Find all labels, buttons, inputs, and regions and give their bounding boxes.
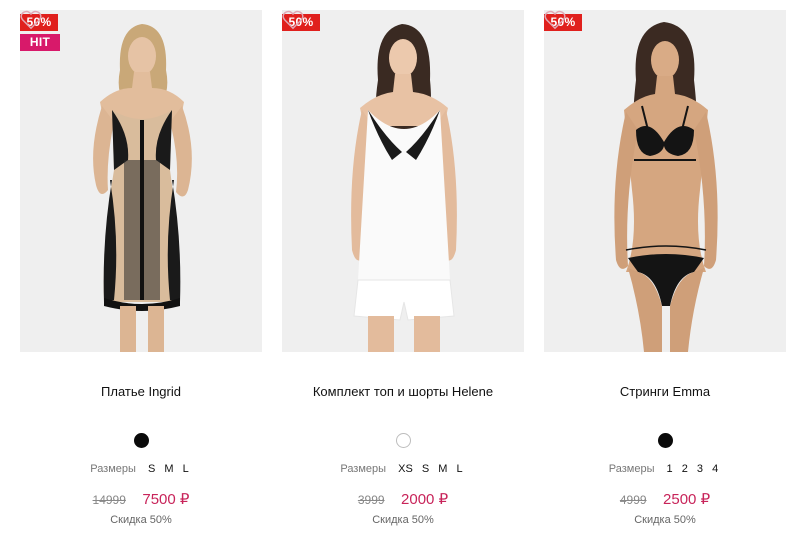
size-option[interactable]: S [422,463,429,475]
heart-icon[interactable] [282,10,304,30]
product-name[interactable]: Комплект топ и шорты Helene [282,384,524,399]
product-card[interactable]: 50% Комплект топ и шорты Helene Размеры … [282,10,524,544]
current-price: 7500 ₽ [142,491,190,508]
color-swatch-black[interactable] [134,433,149,448]
size-option[interactable]: L [457,463,463,475]
sizes-label: Размеры [90,463,136,475]
product-name[interactable]: Стринги Emma [544,384,786,399]
heart-icon[interactable] [544,10,566,30]
size-option[interactable]: XS [398,463,413,475]
price-row: 3999 2000 ₽ [282,490,524,509]
color-swatch-white[interactable] [396,433,411,448]
product-image[interactable]: 50% [282,10,524,352]
price-row: 4999 2500 ₽ [544,490,786,509]
sizes-row: Размеры XS S M L [282,463,524,475]
old-price: 4999 [619,493,647,507]
size-option[interactable]: M [438,463,447,475]
discount-label: Скидка 50% [372,514,434,526]
sizes-row: Размеры S M L [20,463,262,475]
sizes-row: Размеры 1 2 3 4 [544,463,786,475]
size-option[interactable]: 2 [682,463,688,475]
color-swatch-black[interactable] [658,433,673,448]
current-price: 2000 ₽ [401,491,449,508]
sizes-label: Размеры [340,463,387,475]
product-image[interactable]: 50% [544,10,786,352]
product-image[interactable]: 50% HIT [20,10,262,352]
model-photo-dress [20,10,262,352]
price-row: 14999 7500 ₽ [20,490,262,509]
size-option[interactable]: 4 [712,463,718,475]
model-photo-lingerie [544,10,786,352]
size-option[interactable]: L [183,463,189,475]
heart-icon[interactable] [20,10,42,30]
size-option[interactable]: S [148,463,155,475]
size-option[interactable]: 1 [667,463,673,475]
product-card[interactable]: 50% Стринги Emma Размеры 1 2 3 4 4999 25… [544,10,786,544]
size-option[interactable]: 3 [697,463,703,475]
old-price: 14999 [92,493,126,507]
product-name[interactable]: Платье Ingrid [20,384,262,399]
current-price: 2500 ₽ [663,491,711,508]
hit-badge: HIT [20,34,60,51]
discount-label: Скидка 50% [634,514,696,526]
size-option[interactable]: M [164,463,173,475]
discount-label: Скидка 50% [110,514,172,526]
old-price: 3999 [357,493,385,507]
sizes-label: Размеры [608,463,655,475]
product-card[interactable]: 50% HIT Платье Ingrid Размеры S M L 1499… [20,10,262,544]
model-photo-top-shorts [282,10,524,352]
